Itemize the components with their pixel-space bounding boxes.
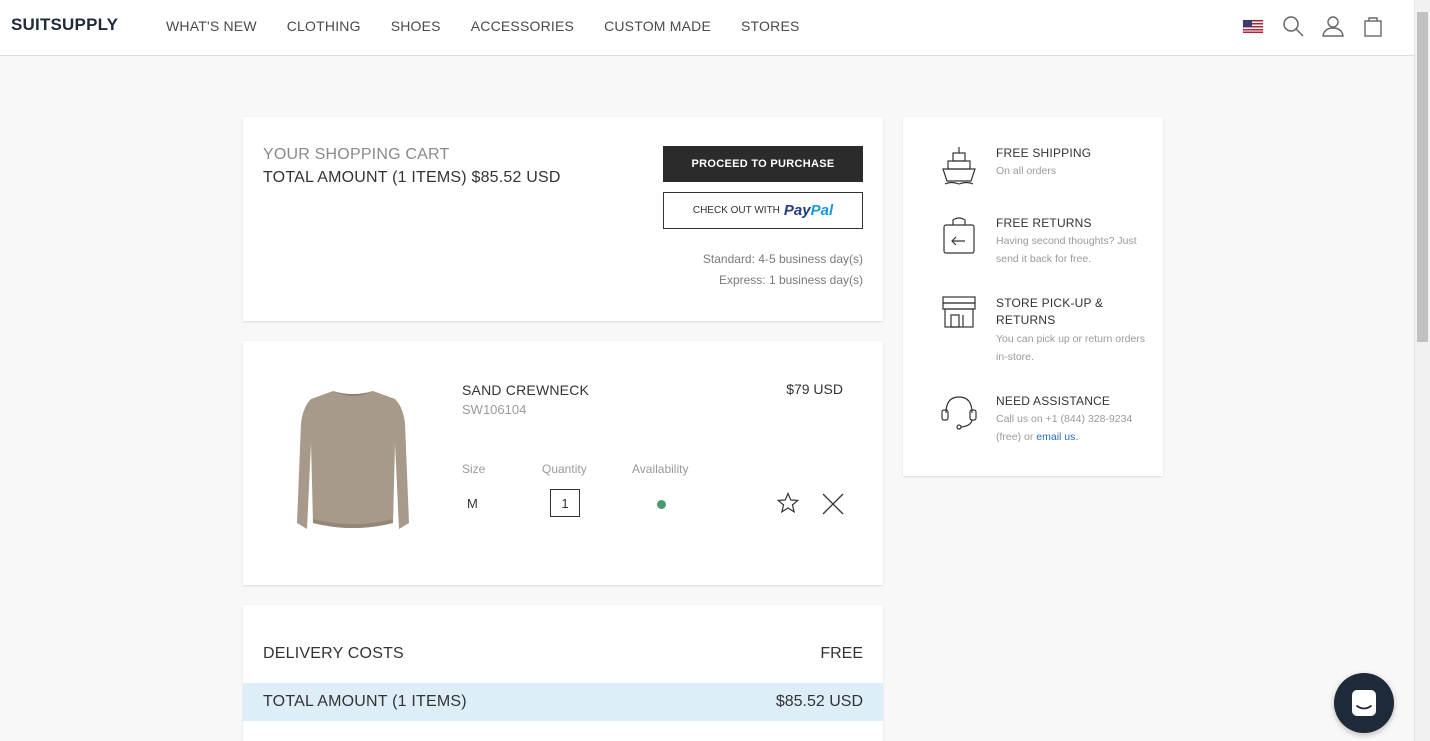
search-icon[interactable] (1282, 15, 1304, 37)
quantity-label: Quantity (542, 462, 587, 476)
header-icons (1242, 15, 1384, 37)
usp-title: FREE SHIPPING (996, 146, 1092, 160)
ship-icon (942, 147, 976, 185)
usp-title: STORE PICK-UP & RETURNS (996, 296, 1104, 327)
account-icon[interactable] (1322, 15, 1344, 37)
usp-desc: Call us on +1 (844) 328-9234 (free) or e… (996, 413, 1133, 443)
size-value: M (467, 496, 478, 511)
nav-shoes[interactable]: SHOES (391, 18, 441, 34)
cart-title: YOUR SHOPPING CART (263, 146, 450, 163)
product-sku: SW106104 (462, 402, 527, 417)
store-icon (942, 296, 976, 328)
usp-desc: On all orders (996, 165, 1057, 177)
product-name[interactable]: SAND CREWNECK (462, 382, 589, 398)
site-logo[interactable]: SUITSUPPLY (11, 15, 118, 35)
chat-launcher-button[interactable] (1334, 673, 1394, 733)
paypal-checkout-button[interactable]: CHECK OUT WITH PayPal (663, 192, 863, 229)
usp-desc: Having second thoughts? Just send it bac… (996, 235, 1137, 265)
close-icon[interactable] (822, 493, 844, 515)
availability-label: Availability (632, 462, 689, 476)
paypal-prefix: CHECK OUT WITH (692, 205, 780, 216)
main-nav: WHAT'S NEW CLOTHING SHOES ACCESSORIES CU… (166, 18, 800, 34)
cart-total-amount: TOTAL AMOUNT (1 ITEMS) $85.52 USD (263, 169, 561, 186)
bag-icon[interactable] (1362, 15, 1384, 37)
product-image[interactable] (295, 383, 411, 535)
shipping-express: Express: 1 business day(s) (718, 273, 863, 287)
availability-indicator (657, 500, 666, 509)
delivery-costs-value: FREE (820, 645, 863, 662)
site-header: SUITSUPPLY WHAT'S NEW CLOTHING SHOES ACC… (0, 0, 1414, 56)
us-flag-icon[interactable] (1242, 15, 1264, 37)
nav-whats-new[interactable]: WHAT'S NEW (166, 18, 257, 34)
headset-icon (941, 396, 977, 430)
paypal-logo: PayPal (783, 202, 834, 219)
total-amount-label: TOTAL AMOUNT (1 ITEMS) (263, 693, 467, 710)
shipping-standard: Standard: 4-5 business day(s) (702, 252, 863, 266)
nav-custom-made[interactable]: CUSTOM MADE (604, 18, 711, 34)
page-scrollbar[interactable] (1414, 0, 1430, 741)
nav-accessories[interactable]: ACCESSORIES (471, 18, 574, 34)
cart-item-card: SAND CREWNECK SW106104 $79 USD Size Quan… (243, 341, 883, 585)
total-amount-value: $85.52 USD (775, 693, 863, 710)
usp-desc: You can pick up or return orders in-stor… (996, 333, 1146, 363)
scrollbar-thumb[interactable] (1417, 12, 1428, 342)
nav-stores[interactable]: STORES (741, 18, 800, 34)
email-us-link[interactable]: email us. (1036, 431, 1078, 443)
return-bag-icon (943, 217, 975, 254)
star-icon[interactable] (776, 491, 800, 514)
size-label: Size (462, 462, 486, 476)
cart-summary-card: YOUR SHOPPING CART TOTAL AMOUNT (1 ITEMS… (243, 117, 883, 321)
product-price: $79 USD (786, 381, 843, 397)
proceed-to-purchase-button[interactable]: PROCEED TO PURCHASE (663, 146, 863, 182)
delivery-costs-label: DELIVERY COSTS (263, 645, 404, 662)
cart-totals-card: DELIVERY COSTS FREE TOTAL AMOUNT (1 ITEM… (243, 605, 883, 741)
chat-icon (1352, 690, 1376, 716)
total-amount-row: TOTAL AMOUNT (1 ITEMS) $85.52 USD (243, 683, 883, 721)
usp-title: FREE RETURNS (996, 216, 1092, 230)
benefits-card: FREE SHIPPING On all orders FREE RETURNS… (903, 117, 1163, 476)
usp-title: NEED ASSISTANCE (996, 394, 1111, 408)
nav-clothing[interactable]: CLOTHING (287, 18, 361, 34)
quantity-input[interactable] (550, 489, 580, 517)
